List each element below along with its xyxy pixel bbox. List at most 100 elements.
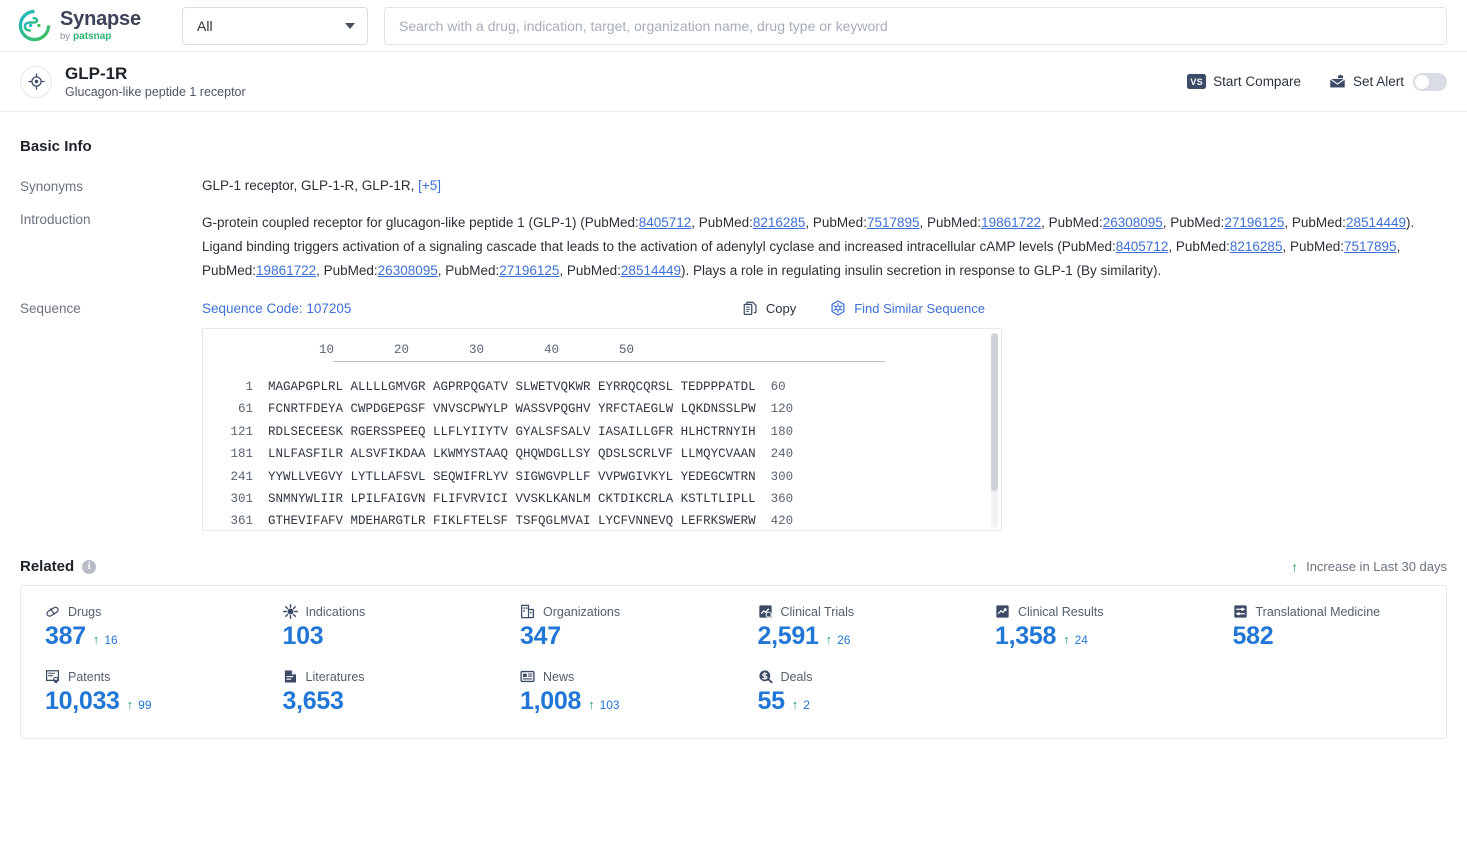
clinical-result-icon [996, 605, 1009, 618]
stat-tile-news[interactable]: News 1,008 ↑ 103 [496, 669, 734, 716]
arrow-up-icon: ↑ [126, 697, 134, 712]
pubmed-link[interactable]: 26308095 [1103, 215, 1163, 230]
versus-icon: VS [1187, 74, 1207, 89]
set-alert-control[interactable]: Set Alert [1329, 72, 1447, 91]
introduction-text: G-protein coupled receptor for glucagon-… [202, 215, 1415, 278]
stat-tile-patents[interactable]: Patents 10,033 ↑ 99 [21, 669, 259, 716]
sequence-label: Sequence [20, 301, 81, 316]
sequence-row-start: 181 [230, 447, 253, 462]
copy-sequence-button[interactable]: Copy [743, 301, 796, 316]
introduction-row: Introduction G-protein coupled receptor … [20, 194, 1447, 283]
start-compare-button[interactable]: VS Start Compare [1187, 74, 1301, 89]
stat-tile-indications[interactable]: Indications 103 [259, 604, 497, 651]
stat-tile-organizations[interactable]: Organizations 347 [496, 604, 734, 651]
stat-bottom: 1,008 ↑ 103 [520, 687, 734, 716]
stat-value: 3,653 [282, 687, 344, 715]
stat-bottom: 1,358 ↑ 24 [995, 622, 1209, 651]
stat-tile-translational-medicine[interactable]: Translational Medicine 582 [1209, 604, 1447, 651]
stat-tile-drugs[interactable]: Drugs 387 ↑ 16 [21, 604, 259, 651]
sequence-row-end: 180 [770, 424, 794, 439]
entity-titles: GLP-1R Glucagon-like peptide 1 receptor [65, 64, 246, 100]
synonyms-more-link[interactable]: [+5] [418, 178, 441, 193]
stat-tile-deals[interactable]: Deals 55 ↑ 2 [734, 669, 972, 716]
entity-subtitle: Glucagon-like peptide 1 receptor [65, 85, 246, 100]
header-actions: VS Start Compare Set Alert [1187, 72, 1447, 91]
top-navigation-bar: Synapse by patsnap All [0, 0, 1467, 52]
main-content: Basic Info Synonyms GLP-1 receptor, GLP-… [0, 112, 1467, 739]
stat-delta: ↑ 26 [826, 633, 851, 647]
pubmed-link[interactable]: 27196125 [1224, 215, 1284, 230]
increase-note: ↑ Increase in Last 30 days [1291, 559, 1447, 574]
stat-delta-value: 99 [138, 698, 152, 712]
pubmed-link[interactable]: 7517895 [1344, 239, 1397, 254]
global-search-box[interactable] [384, 6, 1447, 45]
related-stats-grid: Drugs 387 ↑ 16 Indications 103 Organizations 34… [21, 604, 1446, 716]
synonyms-row: Synonyms GLP-1 receptor, GLP-1-R, GLP-1R… [20, 161, 1447, 194]
synapse-logo[interactable]: Synapse by patsnap [18, 9, 166, 42]
synonyms-label: Synonyms [20, 179, 84, 194]
set-alert-label: Set Alert [1352, 74, 1404, 89]
target-icon-wrapper [20, 65, 52, 98]
sequence-row: 121 RDLSECEESK RGERSSPEEQ LLFLYIIYTV GYA… [203, 421, 1001, 443]
stat-label: Literatures [305, 669, 365, 684]
start-compare-label: Start Compare [1213, 74, 1301, 89]
stat-value: 10,033 [45, 687, 120, 715]
sequence-ruler: 10 20 30 40 50 [259, 343, 635, 357]
stat-tile-clinical-results[interactable]: Clinical Results 1,358 ↑ 24 [971, 604, 1209, 651]
stat-top: Clinical Results [995, 604, 1209, 619]
arrow-up-icon: ↑ [92, 632, 100, 647]
sequence-row: 301 SNMNYWLIIR LPILFAIGVN FLIFVRVICI VVS… [203, 488, 1001, 510]
pubmed-link[interactable]: 8216285 [753, 215, 806, 230]
stat-top: News [520, 669, 734, 684]
sequence-rows: 1 MAGAPGPLRL ALLLLGMVGR AGPRPQGATV SLWET… [203, 376, 1001, 530]
stat-bottom: 2,591 ↑ 26 [758, 622, 972, 651]
info-icon[interactable]: i [82, 559, 97, 574]
stat-value: 347 [520, 622, 561, 650]
stat-label: Indications [305, 604, 366, 619]
arrow-up-icon: ↑ [791, 697, 799, 712]
sequence-row: 61 FCNRTFDEYA CWPDGEPGSF VNVSCPWYLP WASS… [203, 398, 1001, 420]
sequence-code-link[interactable]: Sequence Code: 107205 [202, 301, 351, 316]
sequence-header: Sequence Code: 107205 Copy Find Similar … [202, 300, 1447, 316]
pubmed-link[interactable]: 8405712 [639, 215, 692, 230]
pubmed-link[interactable]: 8405712 [1116, 239, 1169, 254]
stat-delta: ↑ 99 [127, 698, 152, 712]
copy-icon [743, 301, 757, 315]
set-alert-toggle[interactable] [1413, 72, 1447, 91]
synonyms-value-wrap: GLP-1 receptor, GLP-1-R, GLP-1R, [+5] [202, 178, 1447, 194]
sequence-row: 241 YYWLLVEGVY LYTLLAFSVL SEQWIFRLYV SIG… [203, 466, 1001, 488]
basic-info-heading: Basic Info [20, 138, 92, 155]
sequence-scrollbar[interactable] [991, 333, 998, 528]
sequence-row-end: 120 [770, 402, 794, 417]
sequence-viewer-panel[interactable]: 10 20 30 40 50 1 MAGAPGPLRL ALLLLGMVGR A… [202, 328, 1002, 531]
stat-tile-literatures[interactable]: Literatures 3,653 [259, 669, 497, 716]
pubmed-link[interactable]: 26308095 [378, 263, 438, 278]
find-similar-sequence-button[interactable]: Find Similar Sequence [830, 300, 985, 316]
pubmed-link[interactable]: 27196125 [499, 263, 559, 278]
sequence-row-end: 300 [770, 469, 794, 484]
sequence-row-residues: FCNRTFDEYA CWPDGEPGSF VNVSCPWYLP WASSVPQ… [253, 402, 771, 417]
stat-label: Translational Medicine [1255, 604, 1381, 619]
sequence-row-residues: GTHEVIFAFV MDEHARGTLR FIKLFTELSF TSFQGLM… [253, 514, 771, 529]
arrow-up-icon: ↑ [1063, 632, 1070, 647]
pubmed-link[interactable]: 19861722 [981, 215, 1041, 230]
search-scope-select[interactable]: All [182, 6, 368, 45]
search-input[interactable] [399, 17, 1432, 34]
sequence-row-start: 361 [230, 514, 253, 529]
pubmed-link[interactable]: 19861722 [256, 263, 316, 278]
pubmed-link[interactable]: 8216285 [1230, 239, 1283, 254]
logo-by-text: by [60, 31, 71, 42]
sequence-row-end: 60 [770, 380, 786, 394]
stat-label: Clinical Results [1018, 604, 1104, 619]
stat-tile-clinical-trials[interactable]: Clinical Trials 2,591 ↑ 26 [734, 604, 972, 651]
stat-label: News [543, 669, 575, 684]
stat-value: 55 [757, 687, 786, 715]
pubmed-link[interactable]: 28514449 [1346, 215, 1406, 230]
sequence-body: Sequence Code: 107205 Copy Find Similar … [202, 300, 1447, 531]
stat-top: Organizations [520, 604, 734, 619]
pubmed-link[interactable]: 28514449 [621, 263, 681, 278]
stat-delta-value: 26 [837, 633, 851, 647]
stat-bottom: 10,033 ↑ 99 [45, 687, 259, 716]
stat-top: Translational Medicine [1233, 604, 1447, 619]
pubmed-link[interactable]: 7517895 [867, 215, 920, 230]
